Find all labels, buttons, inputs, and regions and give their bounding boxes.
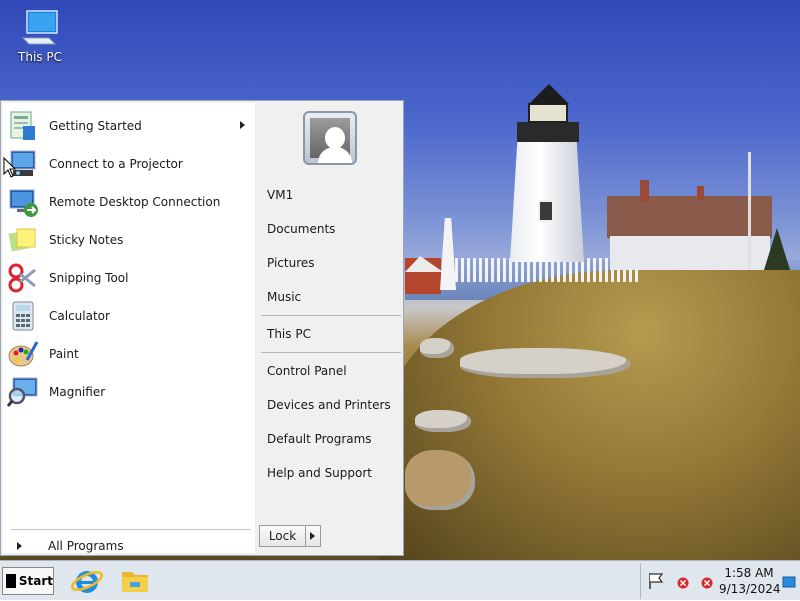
start-menu-places-pane: VM1 Documents Pictures Music This PC Con… (257, 103, 403, 553)
error-icon[interactable] (701, 577, 713, 589)
sticky-notes-icon (7, 224, 39, 256)
program-label: Remote Desktop Connection (49, 195, 221, 209)
wallpaper-lighthouse-lantern (528, 103, 568, 123)
menu-item-help-support[interactable]: Help and Support (267, 466, 372, 480)
user-silhouette-body (318, 147, 352, 163)
lock-button[interactable]: Lock (259, 525, 321, 547)
program-label: Sticky Notes (49, 233, 124, 247)
divider (261, 315, 401, 316)
menu-item-this-pc[interactable]: This PC (267, 327, 311, 341)
all-programs-label: All Programs (48, 539, 124, 553)
wallpaper-bell-tower (440, 218, 456, 290)
system-tray: 1:58 AM 9/13/2024 (640, 563, 799, 599)
start-menu: Getting Started Connect to a Projector R… (0, 100, 404, 556)
clock[interactable]: 1:58 AM 9/13/2024 (719, 565, 781, 597)
divider (261, 352, 401, 353)
program-getting-started[interactable]: Getting Started (7, 109, 251, 143)
scissors-icon (7, 262, 39, 294)
desktop-icon-label: This PC (18, 50, 62, 64)
start-logo-icon (6, 574, 16, 588)
wallpaper-house (610, 236, 770, 270)
menu-item-music[interactable]: Music (267, 290, 301, 304)
calculator-icon (7, 300, 39, 332)
remote-desktop-icon (7, 186, 39, 218)
all-programs-button[interactable]: All Programs (7, 537, 251, 555)
program-label: Getting Started (49, 119, 142, 133)
wallpaper-rock (415, 410, 471, 432)
wallpaper-rock (420, 338, 454, 358)
triangle-right-icon (17, 542, 22, 550)
wallpaper-lighthouse-cap (529, 84, 569, 104)
magnifier-icon (6, 376, 39, 408)
user-avatar[interactable] (303, 111, 357, 165)
wallpaper-rock (405, 450, 475, 510)
wallpaper-lighthouse-window (538, 200, 554, 222)
divider (11, 529, 251, 530)
mouse-cursor-icon (3, 157, 17, 178)
program-remote-desktop[interactable]: Remote Desktop Connection (7, 185, 251, 219)
user-silhouette-head (325, 127, 345, 149)
program-snipping-tool[interactable]: Snipping Tool (7, 261, 251, 295)
user-picture (310, 118, 352, 163)
program-paint[interactable]: Paint (7, 337, 251, 371)
menu-item-user[interactable]: VM1 (267, 188, 293, 202)
menu-item-documents[interactable]: Documents (267, 222, 335, 236)
program-label: Magnifier (49, 385, 106, 399)
program-magnifier[interactable]: Magnifier (6, 375, 251, 409)
program-label: Connect to a Projector (49, 157, 183, 171)
show-desktop-icon[interactable] (782, 575, 796, 589)
start-menu-programs-pane: Getting Started Connect to a Projector R… (3, 103, 255, 553)
error-icon[interactable] (677, 577, 689, 589)
program-connect-to-projector[interactable]: Connect to a Projector (7, 147, 251, 181)
menu-item-control-panel[interactable]: Control Panel (267, 364, 347, 378)
flag-icon[interactable] (647, 571, 665, 591)
program-sticky-notes[interactable]: Sticky Notes (7, 223, 251, 257)
wallpaper-rock (460, 348, 630, 378)
start-button[interactable]: Start (2, 567, 54, 595)
wallpaper-chimney (697, 186, 704, 200)
start-button-label: Start (18, 574, 53, 588)
internet-explorer-icon[interactable] (70, 564, 104, 598)
menu-item-default-programs[interactable]: Default Programs (267, 432, 372, 446)
lock-options-arrow-icon[interactable] (305, 526, 320, 546)
program-label: Calculator (49, 309, 110, 323)
desktop-icon-this-pc[interactable]: This PC (8, 8, 72, 78)
wallpaper-lighthouse-gallery (517, 122, 579, 142)
getting-started-icon (7, 110, 39, 142)
lock-button-label: Lock (268, 529, 297, 543)
submenu-arrow-icon (240, 121, 245, 129)
clock-date: 9/13/2024 (719, 582, 781, 596)
wallpaper-chimney (640, 180, 649, 202)
wallpaper-flag-pole (748, 152, 751, 270)
file-explorer-icon[interactable] (118, 564, 152, 598)
program-calculator[interactable]: Calculator (7, 299, 251, 333)
paint-palette-icon (7, 338, 39, 370)
program-label: Paint (49, 347, 79, 361)
menu-item-pictures[interactable]: Pictures (267, 256, 315, 270)
program-label: Snipping Tool (49, 271, 129, 285)
computer-icon (19, 8, 61, 48)
menu-item-devices-printers[interactable]: Devices and Printers (267, 398, 391, 412)
clock-time: 1:58 AM (724, 566, 774, 580)
taskbar: Start 1:58 AM 9/13/2024 (0, 560, 800, 600)
